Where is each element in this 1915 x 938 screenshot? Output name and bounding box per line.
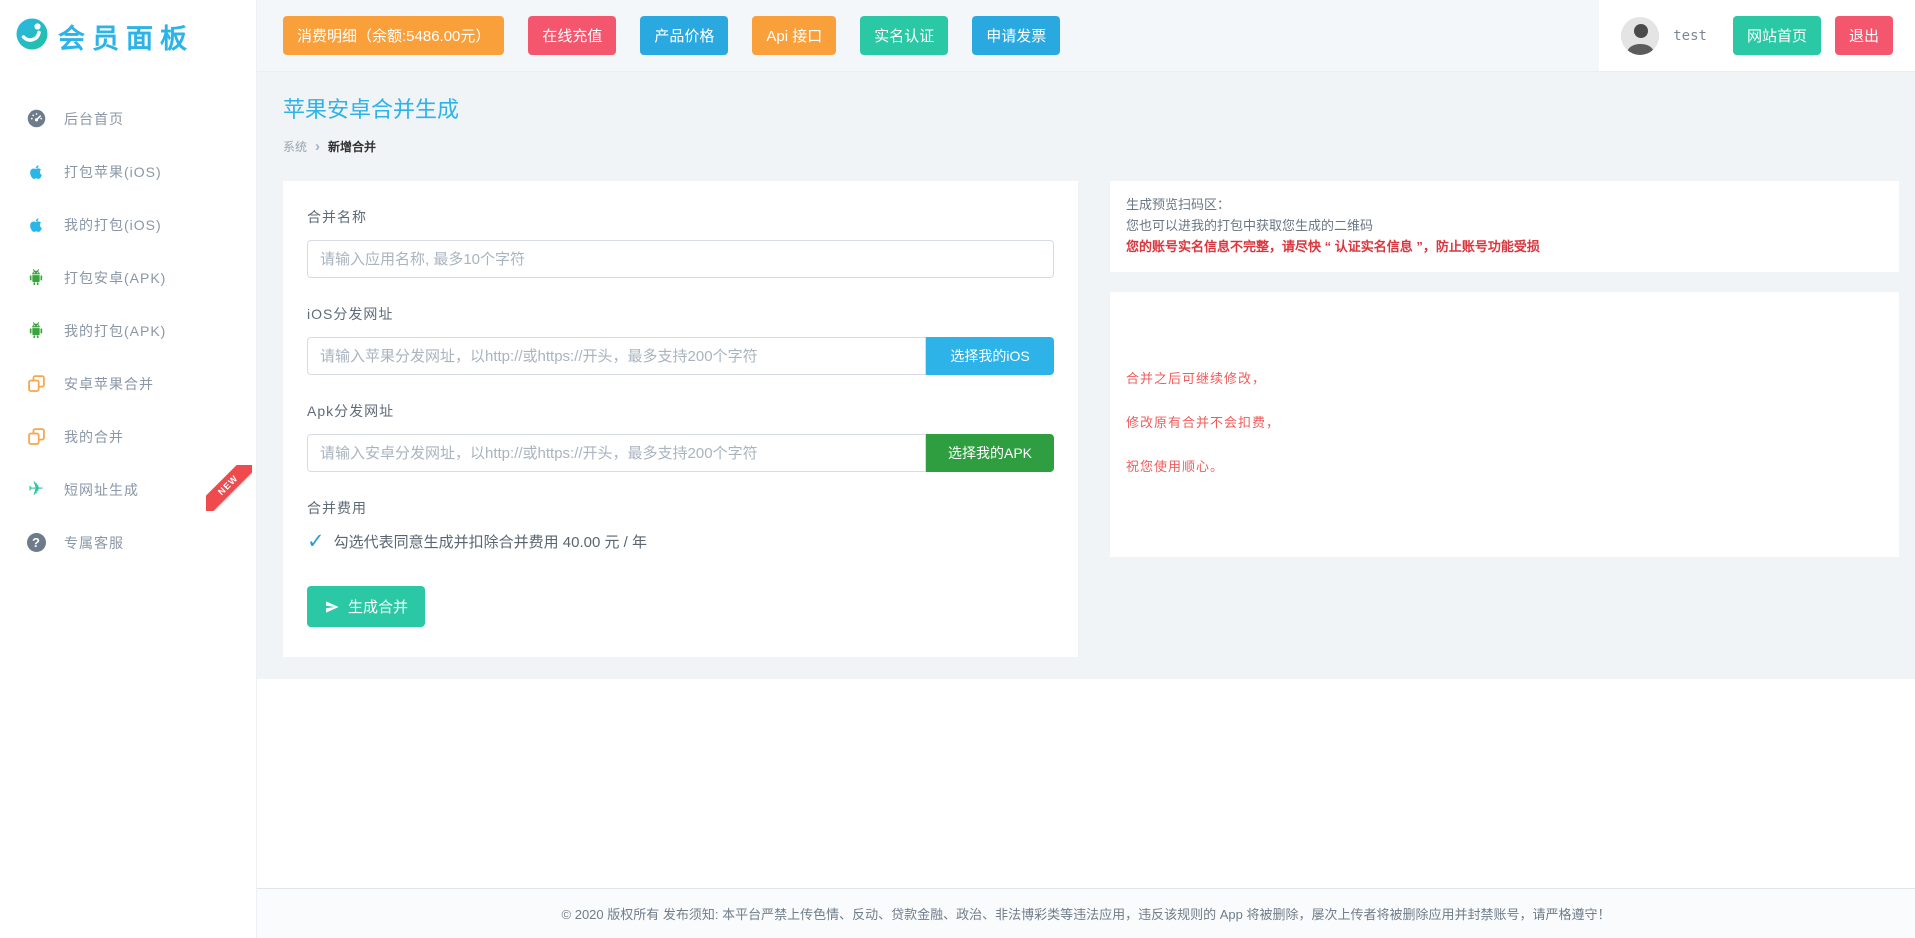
merge-name-label: 合并名称 — [307, 207, 1054, 227]
content: 苹果安卓合并生成 系统 › 新增合并 合并名称 iOS分发网址 — [257, 72, 1915, 679]
api-button[interactable]: Api 接口 — [752, 16, 836, 55]
fee-label: 合并费用 — [307, 498, 1054, 518]
preview-panel: 生成预览扫码区： 您也可以进我的打包中获取您生成的二维码 您的账号实名信息不完整… — [1110, 181, 1899, 272]
sidebar-item-my-merge[interactable]: 我的合并 — [0, 410, 256, 463]
choose-ios-button[interactable]: 选择我的iOS — [926, 337, 1054, 375]
generate-merge-button[interactable]: 生成合并 — [307, 586, 425, 627]
android-icon — [24, 268, 48, 288]
site-home-button[interactable]: 网站首页 — [1733, 16, 1821, 55]
apple-icon — [24, 162, 48, 182]
consume-detail-button[interactable]: 消费明细（余额:5486.00元） — [283, 16, 504, 55]
sidebar-item-merge[interactable]: 安卓苹果合并 — [0, 357, 256, 410]
sidebar-item-package-ios[interactable]: 打包苹果(iOS) — [0, 145, 256, 198]
invoice-button[interactable]: 申请发票 — [972, 16, 1060, 55]
breadcrumb: 系统 › 新增合并 — [283, 138, 1899, 155]
realname-warning[interactable]: 您的账号实名信息不完整，请尽快 “ 认证实名信息 ”，防止账号功能受损 — [1126, 236, 1883, 257]
question-icon: ? — [24, 533, 48, 552]
paper-plane-icon — [324, 599, 340, 615]
breadcrumb-parent[interactable]: 系统 — [283, 138, 307, 155]
recharge-button[interactable]: 在线充值 — [528, 16, 616, 55]
ios-url-label: iOS分发网址 — [307, 304, 1054, 324]
tip-line: 合并之后可继续修改， — [1126, 368, 1883, 387]
footer-text: © 2020 版权所有 发布须知: 本平台严禁上传色情、反动、贷款金融、政治、非… — [562, 907, 1611, 922]
app: 会员面板 后台首页 打包苹果(iOS) 我的打包(iOS) — [0, 0, 1915, 938]
fee-agreement-row: ✓ 勾选代表同意生成并扣除合并费用 40.00 元 / 年 — [307, 531, 1054, 552]
tip-line: 祝您使用顺心。 — [1126, 456, 1883, 475]
choose-apk-button[interactable]: 选择我的APK — [926, 434, 1054, 472]
plane-icon: ✈ — [24, 480, 48, 499]
chevron-right-icon: › — [315, 139, 320, 154]
new-badge: NEW — [206, 465, 252, 511]
preview-title: 生成预览扫码区： — [1126, 194, 1883, 215]
brand[interactable]: 会员面板 — [0, 0, 256, 72]
checkbox-checked-icon[interactable]: ✓ — [307, 531, 325, 552]
verify-button[interactable]: 实名认证 — [860, 16, 948, 55]
ios-url-input[interactable] — [307, 337, 926, 375]
tip-line: 修改原有合并不会扣费， — [1126, 412, 1883, 431]
logout-button[interactable]: 退出 — [1835, 16, 1893, 55]
price-button[interactable]: 产品价格 — [640, 16, 728, 55]
fee-agreement-text: 勾选代表同意生成并扣除合并费用 40.00 元 / 年 — [334, 531, 647, 552]
sidebar-item-my-ios[interactable]: 我的打包(iOS) — [0, 198, 256, 251]
sidebar-nav: 后台首页 打包苹果(iOS) 我的打包(iOS) 打包安卓(APK) — [0, 72, 256, 569]
username: test — [1673, 28, 1707, 44]
preview-line: 您也可以进我的打包中获取您生成的二维码 — [1126, 215, 1883, 236]
topbar: 消费明细（余额:5486.00元） 在线充值 产品价格 Api 接口 实名认证 … — [257, 0, 1915, 72]
merge-icon — [24, 426, 48, 447]
page-title: 苹果安卓合并生成 — [283, 92, 1899, 124]
merge-form-card: 合并名称 iOS分发网址 选择我的iOS Apk分发网址 — [283, 181, 1078, 657]
sidebar-item-package-apk[interactable]: 打包安卓(APK) — [0, 251, 256, 304]
sidebar-item-my-apk[interactable]: 我的打包(APK) — [0, 304, 256, 357]
merge-name-input[interactable] — [307, 240, 1054, 278]
breadcrumb-current: 新增合并 — [328, 138, 376, 155]
footer: © 2020 版权所有 发布须知: 本平台严禁上传色情、反动、贷款金融、政治、非… — [257, 888, 1915, 938]
sidebar-item-dashboard[interactable]: 后台首页 — [0, 92, 256, 145]
apk-url-label: Apk分发网址 — [307, 401, 1054, 421]
merge-icon — [24, 373, 48, 394]
apple-icon — [24, 215, 48, 235]
tips-panel: 合并之后可继续修改， 修改原有合并不会扣费， 祝您使用顺心。 — [1110, 292, 1899, 557]
brand-title: 会员面板 — [58, 17, 194, 56]
notice-column: 生成预览扫码区： 您也可以进我的打包中获取您生成的二维码 您的账号实名信息不完整… — [1110, 181, 1899, 557]
main-column: 消费明细（余额:5486.00元） 在线充值 产品价格 Api 接口 实名认证 … — [257, 0, 1915, 938]
logo-icon — [14, 16, 50, 57]
android-icon — [24, 321, 48, 341]
dashboard-icon — [24, 108, 48, 129]
user-area: test 网站首页 退出 — [1599, 0, 1915, 71]
sidebar: 会员面板 后台首页 打包苹果(iOS) 我的打包(iOS) — [0, 0, 257, 938]
avatar[interactable] — [1621, 17, 1659, 55]
sidebar-item-shorturl[interactable]: ✈ 短网址生成 NEW — [0, 463, 256, 516]
apk-url-input[interactable] — [307, 434, 926, 472]
sidebar-item-support[interactable]: ? 专属客服 — [0, 516, 256, 569]
